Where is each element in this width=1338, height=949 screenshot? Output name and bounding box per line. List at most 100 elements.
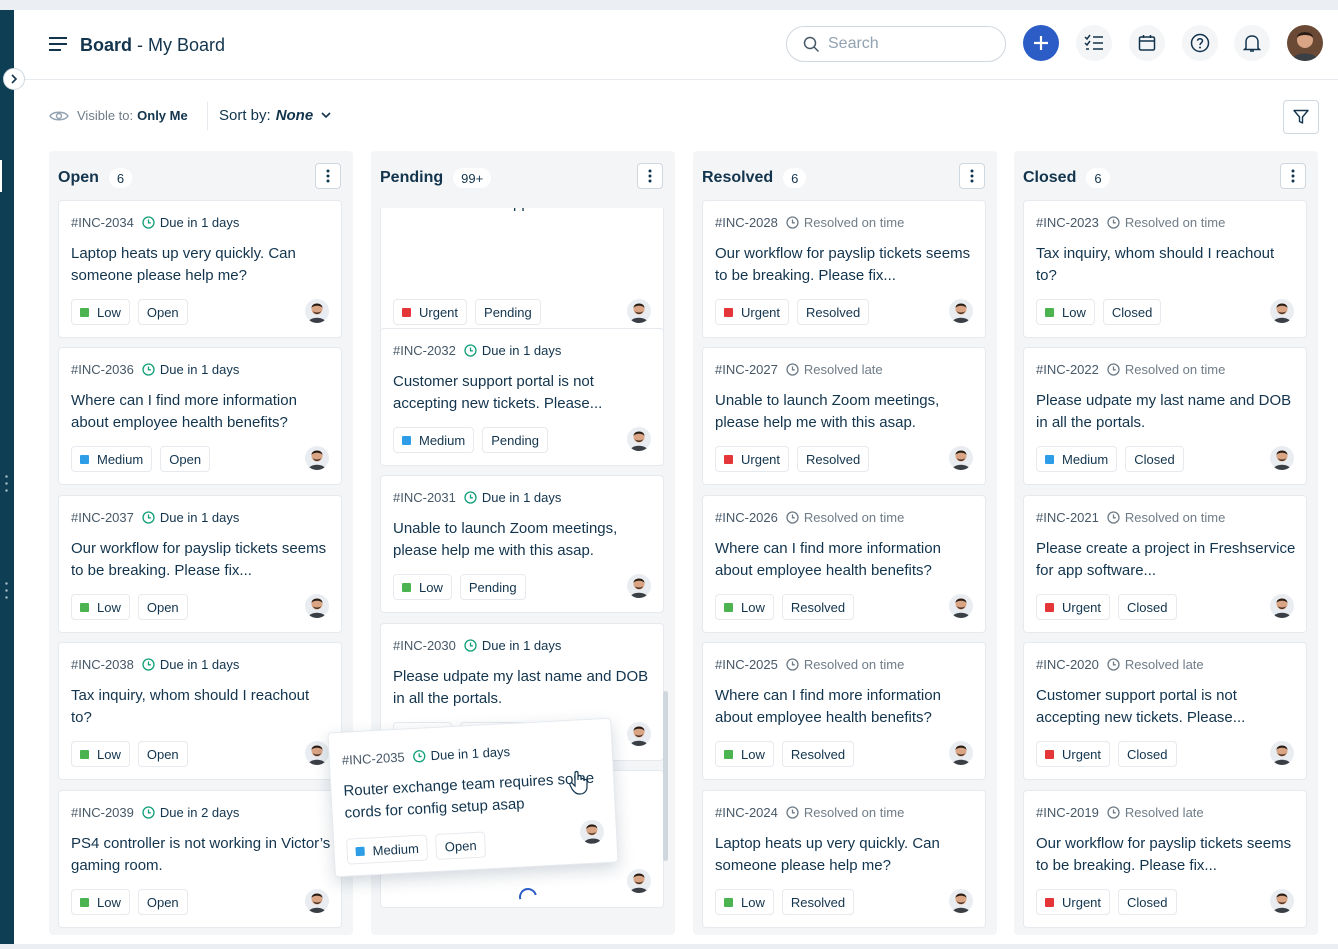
priority-tag[interactable]: Medium [393, 427, 475, 453]
ticket-subject[interactable]: Laptop heats up very quickly. Can someon… [715, 833, 977, 877]
status-tag[interactable]: Closed [1125, 446, 1184, 472]
ticket-id[interactable]: #INC-2026 [715, 510, 778, 525]
task-list-button[interactable] [1076, 25, 1112, 61]
priority-tag[interactable]: Low [1036, 299, 1095, 325]
ticket-subject[interactable]: Our workflow for payslip tickets seems t… [715, 243, 977, 287]
agent-avatar[interactable] [1270, 594, 1294, 618]
ticket-subject[interactable]: Unable to launch Zoom meetings, please h… [393, 518, 655, 562]
dragged-ticket-card[interactable]: #INC-2035 Due in 1 days Router exchange te… [327, 717, 619, 878]
ticket-id[interactable]: #INC-2036 [71, 362, 134, 377]
agent-avatar[interactable] [627, 869, 651, 893]
ticket-id[interactable]: #INC-2032 [393, 343, 456, 358]
ticket-card[interactable]: #INC-2028 Resolved on time Our workflow fo… [702, 200, 986, 338]
agent-avatar[interactable] [627, 427, 651, 451]
agent-avatar[interactable] [1270, 741, 1294, 765]
ticket-subject[interactable]: Our workflow for payslip tickets seems t… [1036, 833, 1298, 877]
status-tag[interactable]: Resolved [781, 594, 855, 620]
agent-avatar[interactable] [305, 594, 329, 618]
ticket-id[interactable]: #INC-2028 [715, 215, 778, 230]
ticket-id[interactable]: #INC-2027 [715, 362, 778, 377]
ticket-id[interactable]: #INC-2022 [1036, 362, 1099, 377]
status-tag[interactable]: Closed [1102, 299, 1162, 325]
ticket-card[interactable]: #INC-2032 Due in 1 days Customer support p… [380, 328, 664, 466]
user-avatar[interactable] [1287, 25, 1323, 61]
ticket-subject[interactable]: Please udpate my last name and DOB in al… [393, 666, 655, 710]
ticket-subject[interactable]: Where can I find more information about … [71, 390, 333, 434]
priority-tag[interactable]: Urgent [1036, 889, 1111, 915]
ticket-id[interactable]: #INC-2038 [71, 657, 134, 672]
column-menu-button[interactable] [637, 163, 663, 189]
ticket-subject[interactable]: Freshservice for app software... [393, 208, 655, 215]
ticket-card[interactable]: #INC-2036 Due in 1 days Where can I find m… [58, 347, 342, 485]
status-tag[interactable]: Closed [1118, 594, 1177, 620]
status-tag[interactable]: Open [137, 594, 188, 620]
ticket-subject[interactable]: Tax inquiry, whom should I reachout to? [71, 685, 333, 729]
ticket-subject[interactable]: Laptop heats up very quickly. Can someon… [71, 243, 333, 287]
status-tag[interactable]: Resolved [781, 741, 855, 767]
ticket-subject[interactable]: Where can I find more information about … [715, 538, 977, 582]
status-tag[interactable]: Open [137, 299, 188, 325]
priority-tag[interactable]: Low [71, 299, 130, 325]
drag-handle-icon[interactable] [5, 580, 8, 600]
search-input[interactable] [828, 35, 988, 53]
agent-avatar[interactable] [949, 889, 973, 913]
expand-sidebar-button[interactable] [3, 68, 25, 90]
priority-tag[interactable]: Low [715, 741, 774, 767]
agent-avatar[interactable] [1270, 299, 1294, 323]
agent-avatar[interactable] [949, 299, 973, 323]
notifications-button[interactable] [1234, 25, 1270, 61]
ticket-card[interactable]: #INC-2038 Due in 1 days Tax inquiry, whom … [58, 642, 342, 780]
agent-avatar[interactable] [949, 594, 973, 618]
status-tag[interactable]: Open [160, 446, 211, 472]
priority-tag[interactable]: Urgent [1036, 741, 1111, 767]
ticket-id[interactable]: #INC-2030 [393, 638, 456, 653]
status-tag[interactable]: Pending [475, 299, 541, 325]
ticket-id[interactable]: #INC-2025 [715, 657, 778, 672]
ticket-subject[interactable]: Where can I find more information about … [715, 685, 977, 729]
help-button[interactable] [1182, 25, 1218, 61]
priority-tag[interactable]: Low [71, 594, 130, 620]
agent-avatar[interactable] [949, 741, 973, 765]
ticket-subject[interactable]: Please udpate my last name and DOB in al… [1036, 390, 1298, 434]
status-tag[interactable]: Closed [1118, 889, 1177, 915]
status-tag[interactable]: Pending [482, 427, 548, 453]
agent-avatar[interactable] [627, 299, 651, 323]
ticket-card[interactable]: Freshservice for app software... Urgent Pe… [380, 208, 664, 338]
status-tag[interactable]: Resolved [797, 299, 870, 325]
ticket-card[interactable]: #INC-2025 Resolved on time Where can I fin… [702, 642, 986, 780]
status-tag[interactable]: Closed [1118, 741, 1177, 767]
ticket-card[interactable]: #INC-2027 Resolved late Unable to launch Z… [702, 347, 986, 485]
ticket-id[interactable]: #INC-2037 [71, 510, 134, 525]
priority-tag[interactable]: Urgent [1036, 594, 1111, 620]
ticket-card[interactable]: #INC-2022 Resolved on time Please udpate m… [1023, 347, 1307, 485]
agent-avatar[interactable] [579, 819, 605, 845]
ticket-card[interactable]: #INC-2034 Due in 1 days Laptop heats up ve… [58, 200, 342, 338]
ticket-subject[interactable]: Our workflow for payslip tickets seems t… [71, 538, 333, 582]
ticket-card[interactable]: #INC-2023 Resolved on time Tax inquiry, wh… [1023, 200, 1307, 338]
priority-tag[interactable]: Low [715, 889, 774, 915]
agent-avatar[interactable] [949, 446, 973, 470]
ticket-card[interactable]: #INC-2020 Resolved late Customer support p… [1023, 642, 1307, 780]
search-box[interactable] [786, 26, 1006, 62]
filter-button[interactable] [1283, 100, 1319, 134]
ticket-subject[interactable]: Tax inquiry, whom should I reachout to? [1036, 243, 1298, 287]
status-tag[interactable]: Pending [459, 574, 526, 600]
status-tag[interactable]: Resolved [797, 446, 870, 472]
priority-tag[interactable]: Medium [1036, 446, 1118, 472]
status-tag[interactable]: Open [137, 889, 188, 915]
ticket-subject[interactable]: Customer support portal is not accepting… [1036, 685, 1298, 729]
ticket-card[interactable]: #INC-2031 Due in 1 days Unable to launch Z… [380, 475, 664, 613]
ticket-card[interactable]: #INC-2021 Resolved on time Please create a… [1023, 495, 1307, 633]
column-scrollbar[interactable] [663, 691, 668, 861]
ticket-card[interactable]: #INC-2019 Resolved late Our workflow for p… [1023, 790, 1307, 928]
priority-tag[interactable]: Medium [345, 834, 429, 865]
ticket-card[interactable]: #INC-2037 Due in 1 days Our workflow for p… [58, 495, 342, 633]
priority-tag[interactable]: Low [71, 889, 130, 915]
ticket-id[interactable]: #INC-2039 [71, 805, 134, 820]
agent-avatar[interactable] [627, 722, 651, 746]
priority-tag[interactable]: Low [71, 741, 130, 767]
agent-avatar[interactable] [1270, 889, 1294, 913]
ticket-id[interactable]: #INC-2034 [71, 215, 134, 230]
priority-tag[interactable]: Low [393, 574, 452, 600]
status-tag[interactable]: Open [137, 741, 188, 767]
